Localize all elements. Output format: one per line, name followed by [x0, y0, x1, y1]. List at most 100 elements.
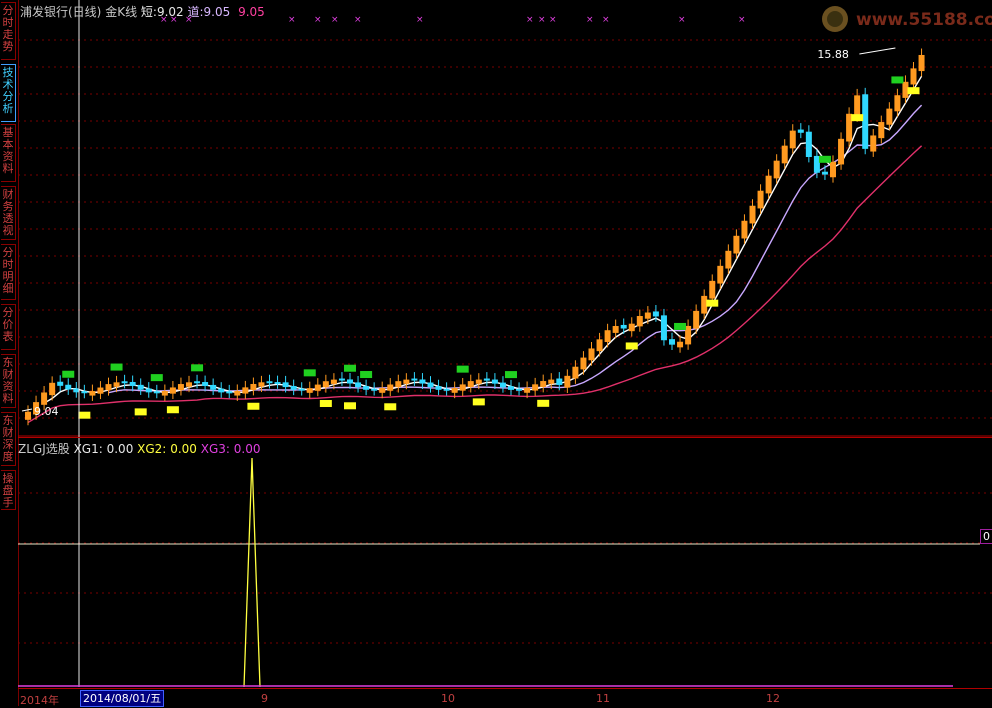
candle-body — [282, 382, 289, 388]
side-tab-2[interactable]: 基本资料 — [1, 124, 16, 182]
kline-chart-panel[interactable]: 15.88 9.04 × × × × × × × × × × × × × × × 浦发银行(日线) 金K线 短:… — [18, 0, 992, 437]
candle-body — [693, 310, 700, 329]
side-tab-7[interactable]: 东财深度 — [1, 412, 16, 466]
candle-body — [186, 382, 192, 387]
buy-signal-marker — [62, 370, 75, 378]
month-tick-12: 12 — [766, 692, 780, 705]
candle-body — [459, 384, 466, 391]
side-tab-8[interactable]: 操盘手 — [1, 470, 16, 510]
candle-body — [137, 384, 144, 390]
candle-body — [717, 265, 724, 284]
site-logo: www.55188.com — [818, 4, 992, 34]
candle-body — [741, 220, 748, 239]
candle-body — [81, 391, 88, 394]
candle-body — [218, 388, 225, 393]
candle-body — [644, 312, 651, 319]
candle-body — [274, 382, 281, 385]
buy-signal-marker — [456, 365, 469, 373]
candle-body — [395, 381, 402, 388]
buy-signal-marker — [674, 322, 687, 330]
candle-body — [765, 175, 772, 194]
candle-body — [451, 387, 458, 393]
candle-body — [805, 131, 812, 158]
candle-body — [475, 379, 482, 384]
side-tab-0[interactable]: 分时走势 — [1, 2, 16, 60]
xg2-value: 0.00 — [170, 442, 197, 456]
candle-body — [330, 379, 337, 384]
buy-signal-marker — [303, 369, 316, 377]
candle-body — [73, 388, 80, 393]
buy-signal-marker — [818, 155, 831, 163]
buy-signal-marker — [191, 364, 204, 372]
candle-body — [113, 382, 120, 387]
sell-signal-marker — [134, 408, 147, 416]
candle-body — [194, 381, 201, 384]
candle-body — [210, 384, 217, 390]
side-tab-3[interactable]: 财务透视 — [1, 186, 16, 240]
candle-body — [57, 381, 64, 386]
candle-body — [491, 379, 498, 384]
candle-body — [540, 381, 547, 388]
buy-signal-marker — [360, 371, 373, 379]
buy-signal-marker — [891, 76, 904, 84]
candle-body — [371, 388, 378, 391]
third-value: 9.05 — [238, 5, 265, 19]
date-axis: 2014年 2014/08/01/五 9 10 11 12 — [18, 688, 992, 707]
candle-body — [169, 387, 176, 394]
sell-signal-marker — [472, 398, 485, 406]
candle-body — [830, 161, 836, 178]
candle-body — [105, 384, 112, 391]
buy-signal-marker — [110, 363, 123, 371]
candle-body — [652, 311, 659, 317]
sell-signal-marker — [706, 299, 719, 307]
candle-body — [338, 378, 345, 381]
xg1-label: XG1: — [73, 442, 103, 456]
left-tab-bar: 分时走势技术分析基本资料财务透视分时明细分价表东财资料东财深度操盘手 — [0, 0, 19, 706]
candle-body — [89, 391, 96, 396]
month-tick-11: 11 — [596, 692, 610, 705]
candle-body — [234, 390, 241, 396]
signal-cross-mark: × — [314, 15, 322, 25]
indicator-svg[interactable] — [18, 438, 992, 687]
candle-body — [161, 390, 168, 396]
candle-body — [403, 379, 410, 384]
candle-body — [467, 381, 474, 388]
side-tab-4[interactable]: 分时明细 — [1, 244, 16, 300]
cursor-date-box: 2014/08/01/五 — [80, 690, 165, 707]
candle-body — [604, 330, 611, 343]
candle-body — [532, 384, 539, 391]
candle-body — [797, 129, 804, 133]
candle-body — [677, 341, 684, 348]
signal-cross-mark: × — [602, 15, 610, 25]
candle-body — [636, 316, 643, 327]
signal-cross-mark: × — [738, 15, 746, 25]
candle-body — [773, 160, 780, 179]
month-tick-10: 10 — [441, 692, 455, 705]
buy-signal-marker — [150, 374, 163, 382]
candle-body — [821, 171, 828, 175]
candle-body — [781, 145, 788, 164]
candle-body — [588, 348, 595, 361]
side-tab-1[interactable]: 技术分析 — [1, 64, 16, 122]
candle-body — [97, 387, 104, 394]
candle-body — [878, 122, 885, 139]
indicator-title-bar: ZLGJ选股 XG1: 0.00 XG2: 0.00 XG3: 0.00 — [18, 440, 260, 457]
candle-body — [419, 379, 426, 384]
candle-body — [870, 135, 877, 152]
side-tab-6[interactable]: 东财资料 — [1, 354, 16, 408]
kline-chart-svg[interactable]: 15.889.04× × × × × × × × × × × × × × × — [18, 0, 992, 437]
high-price-label: 15.88 — [817, 48, 849, 61]
candle-body — [749, 205, 756, 224]
candle-body — [838, 138, 845, 165]
candle-body — [556, 378, 563, 385]
logo-text: www.55188.com — [856, 10, 992, 30]
side-tab-5[interactable]: 分价表 — [1, 304, 16, 350]
indicator-panel[interactable]: ZLGJ选股 XG1: 0.00 XG2: 0.00 XG3: 0.00 0 — [18, 437, 992, 687]
ma-short-line — [43, 75, 923, 404]
candle-body — [612, 326, 619, 333]
sell-signal-marker — [907, 87, 920, 95]
candle-body — [41, 392, 48, 405]
indicator-name: 金K线 — [105, 5, 138, 19]
xg3-label: XG3: — [200, 442, 230, 456]
sell-signal-marker — [537, 399, 550, 407]
